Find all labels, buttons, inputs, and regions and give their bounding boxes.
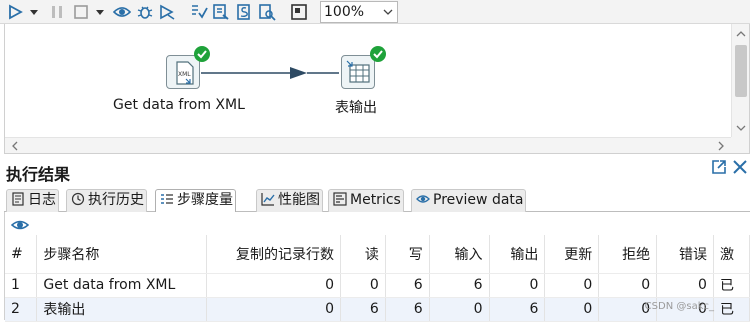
step-metrics-panel: # 步骤名称 复制的记录行数 读 写 输入 输出 更新 拒绝 错误 激 1 Ge…: [4, 212, 750, 322]
scroll-thumb[interactable]: [735, 45, 747, 97]
scroll-right-icon[interactable]: [716, 141, 726, 151]
table-cell: 6: [340, 297, 386, 322]
tab-label: Preview data: [433, 192, 524, 208]
transformation-canvas[interactable]: XML Get data from XML 表输出: [4, 24, 750, 154]
column-header[interactable]: 读: [340, 235, 386, 274]
table-cell: 6: [489, 297, 546, 322]
table-cell: 已: [713, 273, 750, 298]
scroll-left-icon[interactable]: [10, 141, 20, 151]
column-header[interactable]: #: [5, 235, 38, 274]
log-icon: [11, 192, 25, 206]
maximize-icon[interactable]: [710, 158, 728, 176]
scroll-down-icon[interactable]: [736, 123, 746, 133]
preview-icon[interactable]: [113, 3, 131, 21]
metrics-icon: [333, 192, 347, 206]
success-check-icon: [369, 45, 387, 63]
run-options-dropdown-icon[interactable]: [29, 7, 39, 17]
align-icon[interactable]: [290, 3, 308, 21]
close-icon[interactable]: [731, 158, 749, 176]
table-cell: 6: [385, 297, 430, 322]
tab-preview-data[interactable]: Preview data: [411, 189, 527, 212]
perf-graph-icon: [261, 192, 275, 206]
tab-label: 日志: [28, 192, 56, 208]
step-label: 表输出: [335, 100, 377, 116]
table-cell: 0: [544, 273, 600, 298]
impact-icon[interactable]: [212, 3, 230, 21]
replay-icon[interactable]: [158, 3, 176, 21]
success-check-icon: [193, 45, 211, 63]
table-cell: 0: [429, 297, 490, 322]
debug-icon[interactable]: [136, 3, 154, 21]
history-icon: [71, 192, 85, 206]
table-header-row: # 步骤名称 复制的记录行数 读 写 输入 输出 更新 拒绝 错误 激: [5, 235, 750, 274]
tab-label: 执行历史: [88, 192, 144, 208]
tab-history[interactable]: 执行历史: [66, 189, 147, 212]
scroll-up-icon[interactable]: [736, 29, 746, 39]
run-icon[interactable]: [6, 3, 24, 21]
horizontal-scrollbar[interactable]: [5, 137, 732, 153]
results-tabs: 日志 执行历史 步骤度量 性能图 Metrics Preview data: [4, 188, 750, 213]
table-cell: 0: [340, 273, 386, 298]
explore-db-icon[interactable]: [258, 3, 276, 21]
tab-performance-graph[interactable]: 性能图: [256, 189, 323, 212]
svg-text:XML: XML: [178, 71, 191, 78]
preview-eye-icon: [416, 192, 430, 206]
table-cell: 6: [429, 273, 490, 298]
column-header[interactable]: 激: [713, 235, 750, 274]
table-cell: Get data from XML: [36, 273, 208, 298]
column-header[interactable]: 错误: [656, 235, 714, 274]
step-metrics-table: # 步骤名称 复制的记录行数 读 写 输入 输出 更新 拒绝 错误 激 1 Ge…: [5, 235, 750, 322]
zoom-select[interactable]: 100%: [320, 1, 398, 23]
scroll-corner: [731, 137, 749, 153]
table-cell: 0: [206, 297, 341, 322]
tab-label: 步骤度量: [177, 192, 233, 208]
table-cell: 1: [5, 273, 38, 298]
table-row[interactable]: 1 Get data from XML 0 0 6 6 0 0 0 0 已: [5, 273, 750, 298]
sql-icon[interactable]: [235, 3, 253, 21]
table-cell: 0: [206, 273, 341, 298]
table-cell: 0: [656, 273, 714, 298]
tab-log[interactable]: 日志: [6, 189, 59, 212]
step-metrics-icon: [160, 192, 174, 206]
verify-icon[interactable]: [190, 3, 208, 21]
table-cell: 已: [713, 297, 750, 322]
column-header[interactable]: 拒绝: [598, 235, 658, 274]
tab-step-metrics[interactable]: 步骤度量: [155, 189, 236, 213]
column-header[interactable]: 写: [385, 235, 430, 274]
table-cell: 0: [544, 297, 600, 322]
table-cell: 2: [5, 297, 38, 322]
eye-icon[interactable]: [11, 216, 29, 234]
column-header[interactable]: 输出: [489, 235, 546, 274]
tab-label: Metrics: [350, 192, 401, 208]
chevron-down-icon: [383, 7, 393, 17]
vertical-scrollbar[interactable]: [731, 24, 749, 138]
tab-label: 性能图: [278, 192, 320, 208]
table-cell: 6: [385, 273, 430, 298]
zoom-value: 100%: [324, 4, 365, 20]
step-label: Get data from XML: [113, 97, 245, 113]
column-header[interactable]: 更新: [544, 235, 600, 274]
tab-metrics[interactable]: Metrics: [328, 189, 404, 212]
table-row[interactable]: 2 表输出 0 6 6 0 6 0 0 0 已: [5, 297, 750, 322]
watermark: CSDN @sakc_: [644, 301, 714, 312]
results-panel-title: 执行结果: [6, 165, 71, 184]
stop-icon[interactable]: [72, 3, 90, 21]
pause-icon[interactable]: [48, 3, 66, 21]
column-header[interactable]: 输入: [429, 235, 490, 274]
toolbar: 100%: [0, 0, 750, 24]
table-cell: 表输出: [36, 297, 208, 322]
table-cell: 0: [489, 273, 546, 298]
table-cell: 0: [598, 273, 658, 298]
column-header[interactable]: 复制的记录行数: [206, 235, 341, 274]
hop-arrow[interactable]: [5, 24, 750, 154]
column-header[interactable]: 步骤名称: [36, 235, 208, 274]
stop-options-dropdown-icon[interactable]: [95, 7, 105, 17]
